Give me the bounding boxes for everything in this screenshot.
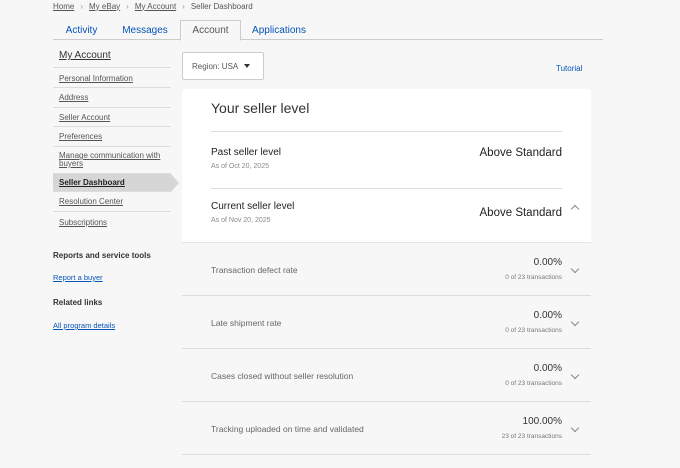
chevron-down-icon[interactable] [570,264,580,274]
sidebar-item-seller-account[interactable]: Seller Account [53,108,171,127]
breadcrumb: Home › My eBay › My Account › Seller Das… [53,0,253,12]
region-select-value: Region: USA [192,61,239,71]
chevron-down-icon[interactable] [570,317,580,327]
metric-value: 0.00% [533,310,562,321]
metric-label: Late shipment rate [211,318,282,328]
metric-value: 100.00% [522,416,562,427]
panel-title: Your seller level [211,100,310,116]
breadcrumb-current: Seller Dashboard [190,1,253,11]
metric-count: 0 of 23 transactions [505,327,562,334]
metric-label: Transaction defect rate [211,265,298,275]
tab-messages[interactable]: Messages [110,20,180,40]
program-details-link[interactable]: All program details [53,321,115,330]
report-buyer-link[interactable]: Report a buyer [53,273,103,282]
sidebar-item-manage-communication[interactable]: Manage communication with buyers [53,147,171,174]
tutorial-link[interactable]: Tutorial [556,64,582,73]
metric-label: Cases closed without seller resolution [211,371,354,381]
sidebar-item-seller-dashboard[interactable]: Seller Dashboard [53,174,179,192]
metric-count: 23 of 23 transactions [501,433,562,440]
current-level-date: As of Nov 20, 2025 [211,217,271,224]
sidebar-item-personal-information[interactable]: Personal Information [53,68,171,88]
tab-bar: Activity Messages Account Applications [53,20,603,41]
chevron-up-icon[interactable] [570,204,580,214]
sidebar-heading[interactable]: My Account [53,46,171,68]
seller-level-panel: Your seller level Past seller level As o… [182,89,591,468]
region-select[interactable]: Region: USA [182,52,264,80]
related-links-title: Related links [53,298,103,307]
metric-value: 0.00% [533,257,562,268]
reports-section-title: Reports and service tools [53,251,151,260]
metric-count: 0 of 23 transactions [505,274,562,281]
past-level-value: Above Standard [479,147,562,159]
chevron-right-icon: › [182,1,185,11]
tab-activity[interactable]: Activity [53,20,110,40]
metric-label: Tracking uploaded on time and validated [211,424,364,434]
metrics-list: Transaction defect rate 0.00% 0 of 23 tr… [182,242,591,468]
divider [211,131,562,132]
metric-row-transaction-defect[interactable]: Transaction defect rate 0.00% 0 of 23 tr… [182,243,591,296]
tab-account[interactable]: Account [180,20,241,41]
sidebar-item-resolution-center[interactable]: Resolution Center [53,192,171,212]
chevron-down-icon[interactable] [570,423,580,433]
metric-row-cases-closed[interactable]: Cases closed without seller resolution 0… [182,349,591,402]
tab-applications[interactable]: Applications [241,20,317,40]
chevron-right-icon: › [80,1,84,11]
sidebar: My Account Personal Information Address … [53,46,179,330]
chevron-down-icon[interactable] [570,370,580,380]
breadcrumb-home[interactable]: Home [53,2,74,11]
divider [211,188,562,189]
breadcrumb-my-account[interactable]: My Account [135,2,176,11]
metric-row-tracking-uploaded[interactable]: Tracking uploaded on time and validated … [182,402,591,455]
current-level-value: Above Standard [479,207,562,219]
breadcrumb-my-ebay[interactable]: My eBay [89,2,120,11]
sidebar-item-subscriptions[interactable]: Subscriptions [53,212,171,232]
sidebar-item-address[interactable]: Address [53,88,171,108]
sidebar-item-preferences[interactable]: Preferences [53,127,171,147]
past-level-label: Past seller level [211,147,282,158]
chevron-right-icon: › [126,1,129,11]
metric-row-late-shipment[interactable]: Late shipment rate 0.00% 0 of 23 transac… [182,296,591,349]
metric-count: 0 of 23 transactions [505,380,562,387]
current-level-label: Current seller level [211,201,295,212]
caret-down-icon [244,64,250,68]
metric-value: 0.00% [533,363,562,374]
past-level-date: As of Oct 20, 2025 [211,163,269,170]
